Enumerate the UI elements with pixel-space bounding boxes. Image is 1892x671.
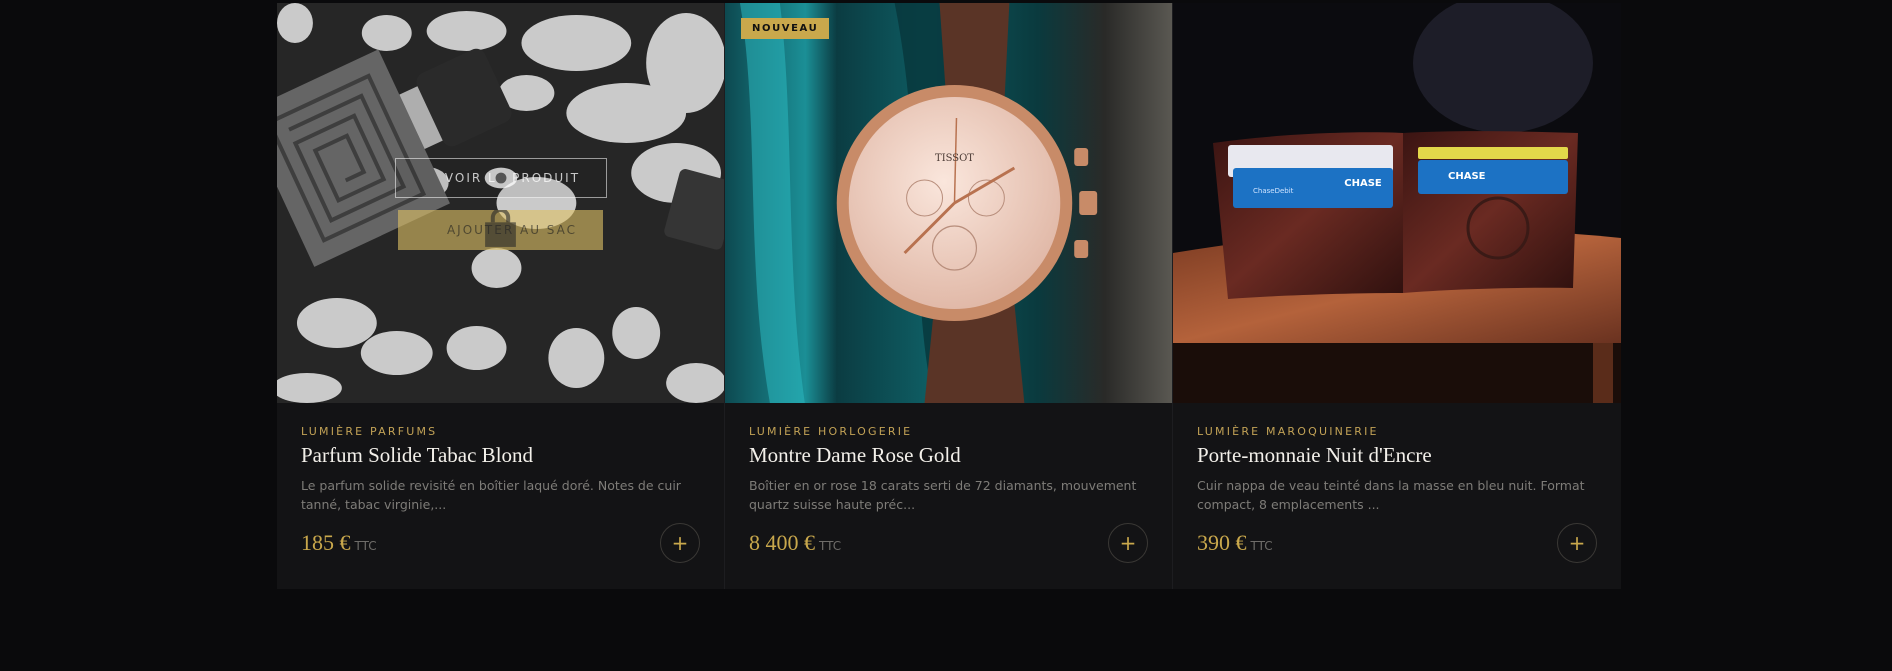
- product-info: LUMIÈRE MAROQUINERIE Porte-monnaie Nuit …: [1173, 403, 1621, 589]
- product-image-watch[interactable]: TISSOT NOUVEAU: [725, 3, 1172, 403]
- product-price: 185 €: [301, 530, 351, 555]
- product-card-watch[interactable]: TISSOT NOUVEAU LUMIÈRE HORLOGERIE Montre…: [725, 3, 1173, 589]
- product-brand: LUMIÈRE HORLOGERIE: [749, 425, 913, 438]
- plus-icon: +: [1119, 531, 1137, 555]
- product-image-perfume[interactable]: VOIR LE PRODUIT AJOUTER AU SAC: [277, 3, 724, 403]
- product-description: Cuir nappa de veau teinté dans la masse …: [1197, 478, 1585, 512]
- price-suffix: TTC: [354, 539, 377, 553]
- product-info: LUMIÈRE HORLOGERIE Montre Dame Rose Gold…: [725, 403, 1172, 589]
- price-row: 8 400 € TTC +: [749, 523, 1148, 563]
- card-text: ChaseDebit: [1253, 187, 1294, 195]
- product-price-block: 185 € TTC: [301, 530, 377, 556]
- product-grid: VOIR LE PRODUIT AJOUTER AU SAC LUMIÈRE P…: [277, 3, 1621, 589]
- add-to-bag-button[interactable]: AJOUTER AU SAC: [398, 210, 603, 250]
- card-text: CHASE: [1448, 171, 1486, 182]
- product-brand: LUMIÈRE PARFUMS: [301, 425, 438, 438]
- hover-overlay: [277, 3, 724, 403]
- product-info: LUMIÈRE PARFUMS Parfum Solide Tabac Blon…: [277, 403, 724, 589]
- price-suffix: TTC: [1250, 539, 1273, 553]
- plus-icon: +: [1568, 531, 1586, 555]
- product-description: Boîtier en or rose 18 carats serti de 72…: [749, 478, 1137, 512]
- price-row: 390 € TTC +: [1197, 523, 1597, 563]
- product-card-wallet[interactable]: CHASE ChaseDebit CHASE LUMIÈRE MAROQUINE…: [1173, 3, 1621, 589]
- price-row: 185 € TTC +: [301, 523, 700, 563]
- bag-icon: [424, 210, 516, 247]
- product-image-wallet[interactable]: CHASE ChaseDebit CHASE: [1173, 3, 1621, 403]
- add-button[interactable]: +: [1108, 523, 1148, 563]
- product-brand: LUMIÈRE MAROQUINERIE: [1197, 425, 1379, 438]
- watch-photo: TISSOT: [725, 3, 1172, 403]
- product-price-block: 8 400 € TTC: [749, 530, 841, 556]
- price-suffix: TTC: [819, 539, 842, 553]
- product-price: 390 €: [1197, 530, 1247, 555]
- product-name[interactable]: Parfum Solide Tabac Blond: [301, 443, 700, 468]
- card-text: CHASE: [1344, 178, 1382, 189]
- product-name[interactable]: Porte-monnaie Nuit d'Encre: [1197, 443, 1597, 468]
- add-button[interactable]: +: [660, 523, 700, 563]
- view-product-button[interactable]: VOIR LE PRODUIT: [395, 158, 607, 198]
- product-description: Le parfum solide revisité en boîtier laq…: [301, 478, 681, 512]
- add-button[interactable]: +: [1557, 523, 1597, 563]
- plus-icon: +: [671, 531, 689, 555]
- product-price-block: 390 € TTC: [1197, 530, 1273, 556]
- new-badge: NOUVEAU: [741, 18, 830, 39]
- product-price: 8 400 €: [749, 530, 815, 555]
- wallet-photo: CHASE ChaseDebit CHASE: [1173, 3, 1621, 403]
- product-name[interactable]: Montre Dame Rose Gold: [749, 443, 1148, 468]
- watch-brand-text: TISSOT: [935, 153, 974, 164]
- product-card-perfume[interactable]: VOIR LE PRODUIT AJOUTER AU SAC LUMIÈRE P…: [277, 3, 725, 589]
- eye-icon: [422, 167, 518, 189]
